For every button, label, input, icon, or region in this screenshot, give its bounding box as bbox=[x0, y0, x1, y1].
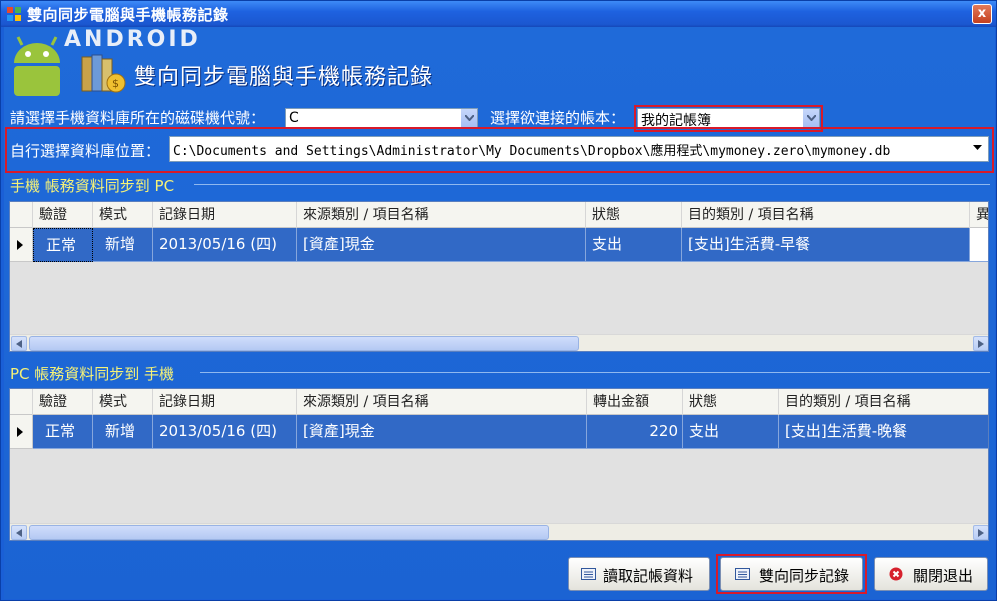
main-window: 雙向同步電腦與手機帳務記錄 x ANDROID $ 雙向同步電腦與手機帳務記錄 bbox=[0, 0, 997, 601]
cell-target[interactable]: [支出]生活費-早餐 bbox=[682, 228, 970, 262]
column-header[interactable]: 記錄日期 bbox=[153, 389, 297, 415]
db-path-select[interactable]: C:\Documents and Settings\Administrator\… bbox=[169, 136, 989, 162]
cell-source[interactable]: [資產]現金 bbox=[297, 228, 586, 262]
cell-date[interactable]: 2013/05/16 (四) bbox=[153, 228, 297, 262]
grid-header: 驗證 模式 記錄日期 來源類別 / 項目名稱 狀態 目的類別 / 項目名稱 異 bbox=[10, 202, 988, 228]
list-icon bbox=[581, 568, 596, 580]
section-phone-to-pc-title: 手機 帳務資料同步到 PC bbox=[10, 177, 175, 195]
column-header[interactable]: 模式 bbox=[93, 389, 153, 415]
sync-records-label: 雙向同步記錄 bbox=[759, 567, 850, 585]
column-header[interactable]: 狀態 bbox=[586, 202, 682, 228]
column-header[interactable]: 驗證 bbox=[33, 389, 93, 415]
table-row[interactable]: 正常 新增 2013/05/16 (四) [資產]現金 支出 [支出]生活費-早… bbox=[33, 228, 970, 262]
scroll-right-icon[interactable] bbox=[973, 525, 988, 540]
column-header[interactable]: 異 bbox=[970, 202, 988, 228]
column-header[interactable] bbox=[10, 202, 33, 228]
book-select[interactable]: 我的記帳簿 bbox=[637, 108, 820, 129]
pc-to-phone-grid[interactable]: 驗證 模式 記錄日期 來源類別 / 項目名稱 轉出金額 狀態 目的類別 / 項目… bbox=[9, 388, 989, 541]
svg-text:$: $ bbox=[112, 77, 119, 90]
read-records-label: 讀取記帳資料 bbox=[603, 567, 694, 585]
column-header[interactable]: 來源類別 / 項目名稱 bbox=[297, 202, 586, 228]
books-coin-icon: $ bbox=[81, 54, 126, 93]
list-icon bbox=[735, 568, 750, 580]
column-header[interactable]: 狀態 bbox=[683, 389, 779, 415]
scroll-right-icon[interactable] bbox=[973, 336, 988, 351]
dropdown-arrow-icon[interactable] bbox=[973, 145, 982, 151]
scroll-left-icon[interactable] bbox=[11, 525, 27, 540]
column-header[interactable]: 來源類別 / 項目名稱 bbox=[297, 389, 587, 415]
section-divider bbox=[194, 184, 990, 185]
scrollbar-thumb[interactable] bbox=[29, 525, 549, 540]
cell-status[interactable]: 支出 bbox=[586, 228, 682, 262]
book-label: 選擇欲連接的帳本： bbox=[490, 109, 626, 127]
cell-mode[interactable]: 新增 bbox=[93, 228, 153, 262]
app-icon bbox=[7, 7, 21, 21]
window-title: 雙向同步電腦與手機帳務記錄 bbox=[27, 6, 229, 24]
android-wordmark: ANDROID bbox=[64, 27, 201, 52]
scroll-left-icon[interactable] bbox=[11, 336, 27, 351]
exit-label: 關閉退出 bbox=[913, 567, 974, 585]
column-header[interactable]: 目的類別 / 項目名稱 bbox=[779, 389, 988, 415]
row-pointer-icon bbox=[17, 427, 23, 437]
scrollbar-thumb[interactable] bbox=[29, 336, 579, 351]
section-divider bbox=[200, 372, 990, 373]
column-header[interactable]: 目的類別 / 項目名稱 bbox=[682, 202, 970, 228]
phone-to-pc-grid[interactable]: 驗證 模式 記錄日期 來源類別 / 項目名稱 狀態 目的類別 / 項目名稱 異 … bbox=[9, 201, 989, 352]
cell-source[interactable]: [資產]現金 bbox=[297, 415, 587, 449]
row-header[interactable] bbox=[10, 415, 33, 449]
read-records-button[interactable]: 讀取記帳資料 bbox=[568, 557, 710, 591]
chevron-down-icon[interactable] bbox=[802, 109, 819, 128]
app-heading: 雙向同步電腦與手機帳務記錄 bbox=[134, 65, 434, 90]
cell-amount[interactable]: 220 bbox=[587, 415, 683, 449]
column-header[interactable] bbox=[10, 389, 33, 415]
table-row[interactable]: 正常 新增 2013/05/16 (四) [資產]現金 220 支出 [支出]生… bbox=[33, 415, 988, 449]
cell-check[interactable]: 正常 bbox=[33, 415, 93, 449]
android-robot-icon bbox=[14, 36, 60, 96]
cell-status[interactable]: 支出 bbox=[683, 415, 779, 449]
cell-target[interactable]: [支出]生活費-晚餐 bbox=[779, 415, 988, 449]
db-path-value: C:\Documents and Settings\Administrator\… bbox=[173, 144, 891, 159]
column-header[interactable]: 驗證 bbox=[33, 202, 93, 228]
horizontal-scrollbar[interactable] bbox=[10, 523, 988, 540]
column-header[interactable]: 轉出金額 bbox=[587, 389, 683, 415]
row-header[interactable] bbox=[10, 228, 33, 262]
close-circle-icon bbox=[889, 567, 903, 581]
exit-button[interactable]: 關閉退出 bbox=[874, 557, 988, 591]
cell-date[interactable]: 2013/05/16 (四) bbox=[153, 415, 297, 449]
column-header[interactable]: 模式 bbox=[93, 202, 153, 228]
sync-records-button[interactable]: 雙向同步記錄 bbox=[720, 557, 863, 591]
drive-value: C bbox=[289, 110, 299, 126]
drive-label: 請選擇手機資料庫所在的磁碟機代號： bbox=[10, 109, 266, 127]
column-header[interactable]: 記錄日期 bbox=[153, 202, 297, 228]
db-path-label: 自行選擇資料庫位置： bbox=[10, 142, 161, 160]
chevron-down-icon[interactable] bbox=[460, 109, 477, 128]
section-pc-to-phone-title: PC 帳務資料同步到 手機 bbox=[10, 365, 175, 383]
cell-check[interactable]: 正常 bbox=[33, 228, 93, 262]
row-pointer-icon bbox=[17, 240, 23, 250]
drive-select[interactable]: C bbox=[285, 108, 478, 129]
row-blank-cell bbox=[970, 228, 988, 262]
grid-header: 驗證 模式 記錄日期 來源類別 / 項目名稱 轉出金額 狀態 目的類別 / 項目… bbox=[10, 389, 988, 415]
horizontal-scrollbar[interactable] bbox=[10, 334, 988, 351]
banner: ANDROID $ 雙向同步電腦與手機帳務記錄 bbox=[4, 27, 995, 97]
title-bar[interactable]: 雙向同步電腦與手機帳務記錄 x bbox=[1, 1, 996, 27]
cell-mode[interactable]: 新增 bbox=[93, 415, 153, 449]
close-icon[interactable]: x bbox=[972, 4, 992, 24]
client-area: ANDROID $ 雙向同步電腦與手機帳務記錄 請選擇手機資料庫所在的磁碟機代號… bbox=[4, 27, 995, 599]
